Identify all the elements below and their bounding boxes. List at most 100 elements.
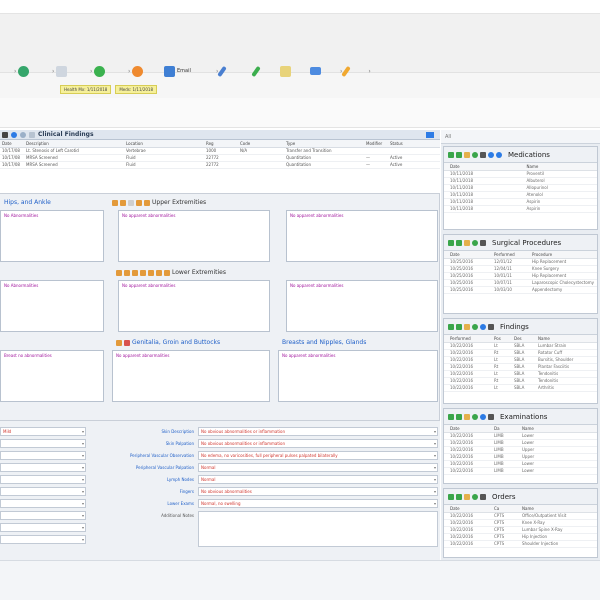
toolbar-item-4[interactable]: › [128, 64, 144, 78]
body-part-icon[interactable] [156, 269, 162, 276]
toolbar-item-2[interactable]: › [52, 64, 68, 78]
table-row[interactable]: 10/25/2016 12/04/11 Knee Surgery [444, 265, 597, 273]
body-part-icon[interactable] [164, 269, 170, 276]
toolbar-item-5[interactable]: Email [164, 64, 191, 78]
add-icon[interactable] [456, 493, 462, 500]
toolbar-item-7[interactable] [251, 64, 261, 78]
additional-notes-textarea[interactable] [198, 511, 438, 547]
body-part-icon[interactable] [116, 269, 122, 276]
table-row[interactable]: 10/11/2018 Proventil [444, 170, 597, 178]
table-row[interactable]: 10/22/2016 Rt SBLA Rotator Cuff [444, 349, 597, 357]
table-row[interactable]: 10/11/2018 Aspirin [444, 198, 597, 206]
col-header[interactable]: Procedure [526, 251, 597, 259]
col-header[interactable]: Modifier [364, 140, 388, 148]
col-header[interactable]: Des [508, 335, 532, 343]
fingers-select[interactable]: No obvious abnormalities ▾ [198, 487, 438, 496]
toolbar-item-3[interactable]: › [90, 64, 106, 78]
breast-left-notes[interactable]: Breast no abnormalities [0, 350, 104, 402]
delete-icon[interactable] [480, 151, 486, 158]
toolbar-item-10[interactable]: › › [340, 64, 371, 78]
left-select[interactable]: ▾ [0, 475, 86, 484]
pin-icon[interactable] [448, 493, 454, 500]
table-row[interactable]: 10/22/2016 Rt SBLA Plantar Fasciitis [444, 363, 597, 371]
lower-notes-b[interactable]: No apparent abnormalities [286, 280, 438, 332]
col-header[interactable]: Pos [488, 335, 508, 343]
body-part-icon[interactable] [116, 339, 122, 346]
body-part-icon[interactable] [120, 199, 126, 206]
table-row[interactable]: 10/22/2016 CPTS Knee X-Ray [444, 519, 597, 527]
left-select[interactable]: ▾ [0, 463, 86, 472]
toolbar-item-9[interactable] [310, 64, 321, 78]
refresh-icon[interactable] [472, 151, 478, 158]
col-header[interactable]: Performed [444, 335, 488, 343]
body-part-icon[interactable] [140, 269, 146, 276]
add-icon[interactable] [456, 413, 462, 420]
add-icon[interactable] [456, 239, 462, 246]
lymph-nodes-select[interactable]: Normal ▾ [198, 475, 438, 484]
toolbar-item-6[interactable]: › [216, 64, 228, 78]
pin-icon[interactable] [426, 132, 434, 138]
refresh-icon[interactable] [472, 323, 478, 330]
table-row[interactable]: 10/22/2016 Lt SBLA Lumbar Strain [444, 342, 597, 350]
lower-notes-a[interactable]: No apparent abnormalities [118, 280, 270, 332]
left-select[interactable]: ▾ [0, 487, 86, 496]
delete-icon[interactable] [480, 493, 486, 500]
globe-icon[interactable] [480, 323, 486, 330]
body-part-icon[interactable] [128, 199, 134, 206]
table-row[interactable]: 10/17/08 MRSA Screened Fluid 22772 Quant… [0, 161, 440, 169]
left-select[interactable]: ▾ [0, 439, 86, 448]
table-row[interactable]: 10/17/08 Lt. Stenosis of Left Carotid Ve… [0, 147, 440, 155]
vascular-palpation-select[interactable]: Normal ▾ [198, 463, 438, 472]
table-row[interactable]: 10/22/2016 LIMB Lower [444, 439, 597, 447]
table-row[interactable]: 10/22/2016 LIMB Lower [444, 460, 597, 468]
table-row[interactable]: 10/11/2018 Allopurinol [444, 184, 597, 192]
col-header[interactable]: Status [388, 140, 440, 148]
table-row[interactable]: 10/22/2016 Rt SBLA Tendonitis [444, 377, 597, 385]
left-select[interactable]: ▾ [0, 535, 86, 544]
lower-left-notes[interactable]: No Abnormalities [0, 280, 104, 332]
globe-icon[interactable] [496, 151, 502, 158]
info-icon[interactable] [488, 151, 494, 158]
add-icon[interactable] [456, 323, 462, 330]
table-row[interactable]: 10/22/2016 Lt SBLA Bursitis, Shoulder [444, 356, 597, 364]
globe-icon[interactable] [20, 131, 26, 138]
edit-icon[interactable] [464, 323, 470, 330]
skin-description-select[interactable]: No obvious abnormalities or inflammation… [198, 427, 438, 436]
delete-icon[interactable] [488, 323, 494, 330]
col-header[interactable]: Code [238, 140, 284, 148]
skin-palpation-select[interactable]: No obvious abnormalities or inflammation… [198, 439, 438, 448]
left-select[interactable]: ▾ [0, 523, 86, 532]
pin-icon[interactable] [448, 151, 454, 158]
table-row[interactable]: 10/22/2016 CPTS Lumbar Spine X-Ray [444, 526, 597, 534]
col-header[interactable]: Name [516, 505, 597, 513]
edit-icon[interactable] [464, 151, 470, 158]
col-header[interactable]: Type [284, 140, 364, 148]
pin-icon[interactable] [448, 323, 454, 330]
edit-icon[interactable] [464, 493, 470, 500]
table-row[interactable]: 10/22/2016 LIMB Upper [444, 453, 597, 461]
body-part-icon[interactable] [124, 269, 130, 276]
refresh-icon[interactable] [472, 413, 478, 420]
lower-exams-select[interactable]: Normal, no swelling ▾ [198, 499, 438, 508]
meds-note[interactable]: Meds: 1/11/2018 [115, 85, 158, 94]
delete-icon[interactable] [488, 413, 494, 420]
table-row[interactable]: 10/22/2016 CPTS Office/Outpatient Visit [444, 512, 597, 520]
edit-icon[interactable] [464, 239, 470, 246]
toolbar-item-1[interactable]: › [14, 64, 30, 78]
col-header[interactable]: Name [532, 335, 597, 343]
table-row[interactable]: 10/22/2016 LIMB Lower [444, 467, 597, 475]
col-header[interactable]: Name [516, 425, 597, 433]
table-row[interactable]: 10/11/2018 Aspirin [444, 205, 597, 213]
toolbar-item-8[interactable] [280, 64, 291, 78]
genitalia-notes[interactable]: No apparent abnormalities [112, 350, 270, 402]
table-row[interactable]: 10/22/2016 Lt SBLA Tendonitis [444, 370, 597, 378]
breasts-notes[interactable]: No apparent abnormalities [278, 350, 438, 402]
table-row[interactable]: 10/22/2016 CPTS Hip Injection [444, 533, 597, 541]
info-icon[interactable] [11, 131, 17, 138]
col-header[interactable]: Performed [488, 251, 526, 259]
col-header[interactable]: Date [0, 140, 24, 148]
col-header[interactable]: Date [444, 505, 488, 513]
health-note[interactable]: Health Mx: 1/11/2018 [60, 85, 112, 94]
table-row[interactable]: 10/17/08 MRSA Screened Fluid 22772 Quant… [0, 154, 440, 162]
table-row[interactable]: 10/25/2016 10/07/11 Laparoscopic Cholecyst… [444, 279, 597, 287]
